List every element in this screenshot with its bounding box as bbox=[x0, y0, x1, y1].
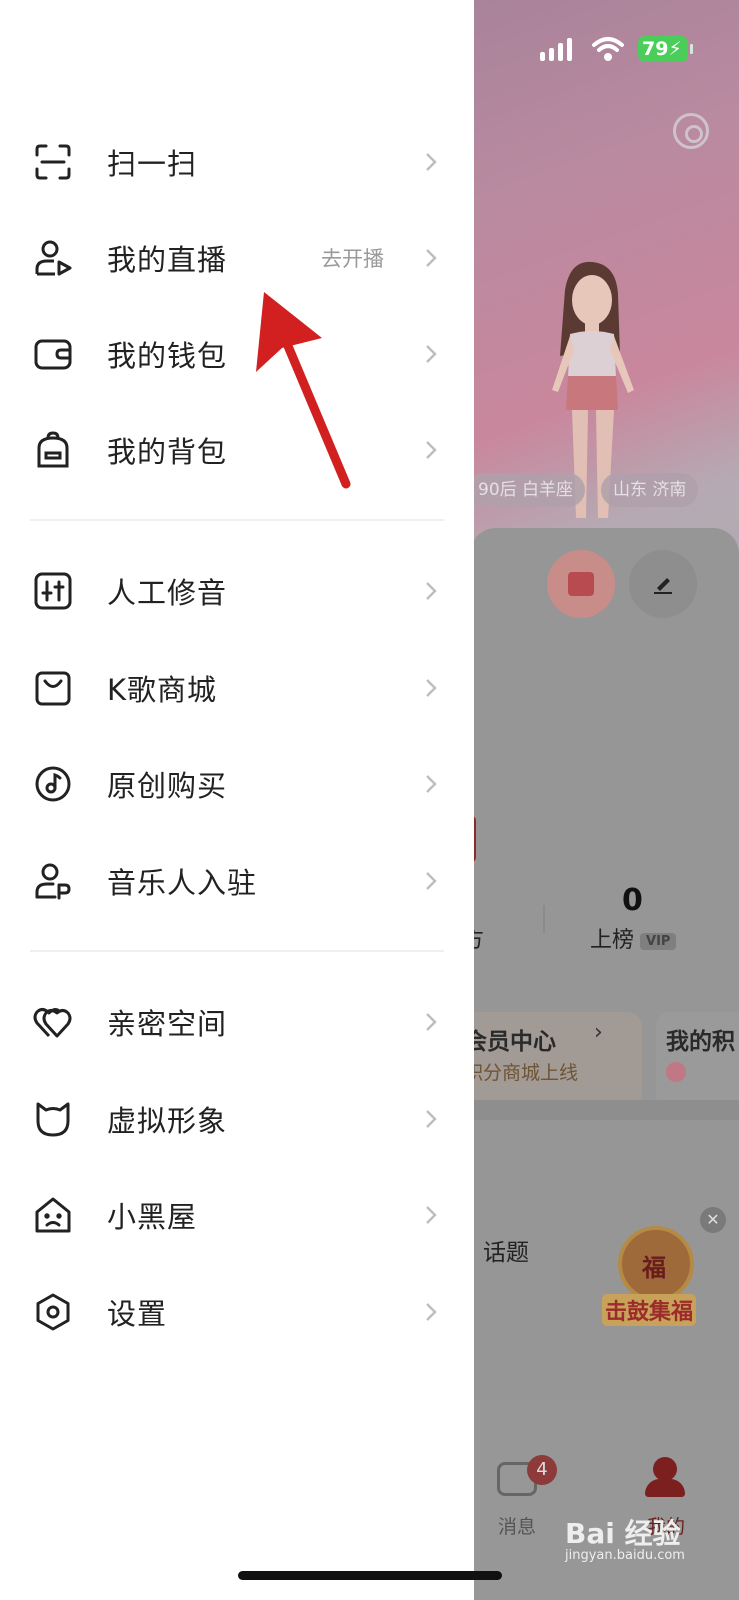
vip-card-subtitle: 积分商城上线 bbox=[464, 1062, 579, 1084]
menu-label: 我的钱包 bbox=[107, 339, 228, 373]
music-disc-icon bbox=[33, 764, 73, 804]
side-drawer-menu: 扫一扫 我的直播 去开播 我的钱包 我的背包 人工修音 K歌商城 原创购买 音乐… bbox=[0, 0, 474, 1600]
pencil-icon bbox=[654, 578, 672, 594]
menu-item-my-live[interactable]: 我的直播 去开播 bbox=[0, 210, 474, 306]
menu-item-scan[interactable]: 扫一扫 bbox=[0, 114, 474, 210]
chevron-right-icon bbox=[426, 1206, 437, 1224]
bottom-navigation bbox=[470, 1400, 739, 1600]
menu-label: 我的直播 bbox=[107, 243, 228, 277]
vip-center-card[interactable]: 会员中心 › 积分商城上线 bbox=[460, 1012, 642, 1108]
stat-label-row: 上榜 VIP bbox=[590, 922, 677, 954]
cellular-signal-icon bbox=[540, 37, 572, 61]
menu-item-musician-join[interactable]: 音乐人入驻 bbox=[0, 833, 474, 929]
hearts-icon bbox=[33, 1002, 73, 1042]
annotation-arrow-icon bbox=[256, 292, 351, 489]
baidu-watermark: Bai 经验 jingyan.baidu.com bbox=[565, 1517, 685, 1563]
chevron-right-icon bbox=[426, 249, 437, 267]
message-count-badge: 4 bbox=[527, 1455, 557, 1485]
shopping-bag-icon bbox=[33, 668, 73, 708]
edit-profile-button[interactable] bbox=[629, 550, 697, 618]
menu-item-blacklist[interactable]: 小黑屋 bbox=[0, 1167, 474, 1263]
promo-text: 击鼓集福 bbox=[602, 1294, 697, 1326]
promo-close-icon[interactable]: ✕ bbox=[700, 1207, 726, 1233]
cat-face-icon bbox=[33, 1099, 73, 1139]
menu-item-backpack[interactable]: 我的背包 bbox=[0, 402, 474, 498]
menu-label: 人工修音 bbox=[107, 576, 228, 610]
menu-label: 扫一扫 bbox=[107, 147, 198, 181]
menu-label: K歌商城 bbox=[107, 673, 218, 707]
menu-label: 虚拟形象 bbox=[107, 1104, 228, 1138]
chevron-right-icon bbox=[426, 775, 437, 793]
profile-tag-age: 90后 白羊座 bbox=[466, 473, 586, 507]
stat-divider bbox=[543, 905, 545, 933]
me-nav-icon[interactable] bbox=[645, 1457, 685, 1497]
points-card[interactable]: 我的积 bbox=[656, 1012, 739, 1108]
battery-level: 79 bbox=[642, 38, 669, 60]
points-card-title: 我的积 bbox=[666, 1029, 735, 1055]
menu-item-manual-tuning[interactable]: 人工修音 bbox=[0, 543, 474, 639]
chevron-right-icon bbox=[426, 153, 437, 171]
watermark-url: jingyan.baidu.com bbox=[565, 1548, 685, 1563]
scan-icon bbox=[33, 142, 73, 182]
wallet-icon bbox=[33, 334, 73, 374]
menu-item-virtual-avatar[interactable]: 虚拟形象 bbox=[0, 1071, 474, 1167]
settings-hex-icon bbox=[33, 1292, 73, 1332]
vip-card-chevron-icon: › bbox=[594, 1020, 603, 1045]
backpack-icon bbox=[33, 430, 73, 470]
menu-label: 我的背包 bbox=[107, 435, 228, 469]
menu-item-original-purchase[interactable]: 原创购买 bbox=[0, 736, 474, 832]
chevron-right-icon bbox=[426, 1110, 437, 1128]
vip-badge: VIP bbox=[640, 932, 677, 950]
stat-label: 上榜 bbox=[590, 928, 635, 953]
equalizer-icon bbox=[33, 571, 73, 611]
menu-item-settings[interactable]: 设置 bbox=[0, 1264, 474, 1360]
menu-label: 原创购买 bbox=[107, 769, 228, 803]
vip-card-title: 会员中心 bbox=[464, 1029, 556, 1055]
live-user-icon bbox=[33, 238, 73, 278]
musician-icon bbox=[33, 861, 73, 901]
menu-label: 音乐人入驻 bbox=[107, 866, 258, 900]
chevron-right-icon bbox=[426, 582, 437, 600]
sad-house-icon bbox=[33, 1195, 73, 1235]
avatar-rotate-icon[interactable] bbox=[673, 113, 709, 149]
wifi-icon bbox=[592, 37, 624, 61]
menu-label: 亲密空间 bbox=[107, 1007, 228, 1041]
menu-divider bbox=[30, 950, 444, 952]
nav-messages-label[interactable]: 消息 bbox=[498, 1512, 536, 1539]
stat-value: 0 bbox=[622, 883, 643, 918]
chevron-right-icon bbox=[426, 441, 437, 459]
home-indicator bbox=[238, 1571, 502, 1580]
promo-drum-banner[interactable]: 福 击鼓集福 bbox=[602, 1218, 710, 1326]
profile-tag-location: 山东 济南 bbox=[601, 473, 699, 507]
topic-label[interactable]: 话题 bbox=[483, 1233, 529, 1267]
menu-item-intimate-space[interactable]: 亲密空间 bbox=[0, 974, 474, 1070]
battery-indicator: 79⚡ bbox=[638, 36, 693, 62]
shop-button[interactable] bbox=[547, 550, 615, 618]
menu-item-k-song-mall[interactable]: K歌商城 bbox=[0, 640, 474, 736]
menu-label: 小黑屋 bbox=[107, 1200, 198, 1234]
music-note-icon bbox=[666, 1062, 686, 1082]
chevron-right-icon bbox=[426, 345, 437, 363]
chevron-right-icon bbox=[426, 679, 437, 697]
chevron-right-icon bbox=[426, 1303, 437, 1321]
menu-label: 设置 bbox=[107, 1297, 168, 1331]
chevron-right-icon bbox=[426, 872, 437, 890]
menu-item-wallet[interactable]: 我的钱包 bbox=[0, 306, 474, 402]
menu-divider bbox=[30, 519, 444, 521]
go-live-hint: 去开播 bbox=[321, 247, 384, 271]
chevron-right-icon bbox=[426, 1013, 437, 1031]
